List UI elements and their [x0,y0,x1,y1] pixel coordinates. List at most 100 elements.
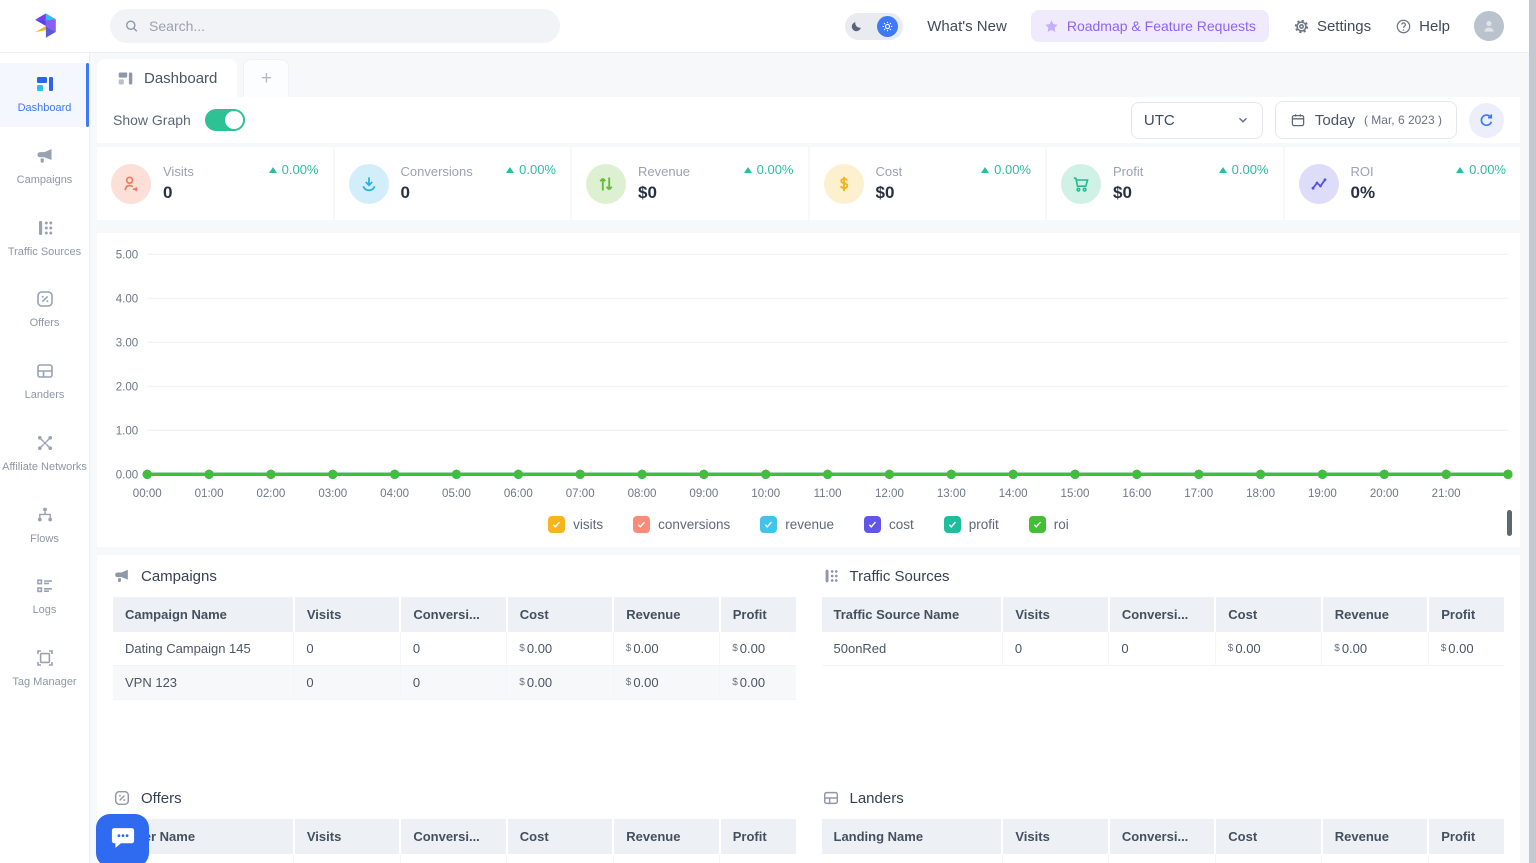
table-row[interactable]: lp100$0.00$0.00$0.00 [822,854,1505,863]
date-range-button[interactable]: Today ( Mar, 6 2023 ) [1275,101,1457,139]
column-header-revenue[interactable]: Revenue [1322,597,1428,632]
row-name-cell[interactable]: 50onRed [822,632,1003,666]
whats-new-button[interactable]: What's New [927,18,1007,35]
sidebar-item-dashboard[interactable]: Dashboard [0,63,89,127]
sidebar-item-campaigns[interactable]: Campaigns [0,135,89,199]
table-row[interactable]: VPN 12300$0.00$0.00$0.00 [113,666,796,700]
moon-icon[interactable] [850,19,864,33]
sidebar-item-landers[interactable]: Landers [0,350,89,414]
value-cell: $0.00 [613,632,719,666]
column-header-traffic-source-name[interactable]: Traffic Source Name [822,597,1003,632]
tag-manager-icon [35,648,55,668]
sidebar-item-offers[interactable]: Offers [0,278,89,342]
tab-dashboard[interactable]: Dashboard [97,59,237,97]
search-input[interactable] [149,18,546,34]
column-header-profit[interactable]: Profit [1428,597,1504,632]
column-header-landing-name[interactable]: Landing Name [822,819,1003,854]
sun-icon [881,20,894,33]
arrows-up-down-icon [586,164,626,204]
table-row[interactable]: Dating Campaign 14500$0.00$0.00$0.00 [113,632,796,666]
row-name-cell[interactable]: Dating Campaign 145 [113,632,294,666]
column-header-visits[interactable]: Visits [1002,819,1108,854]
checkbox-checked-icon[interactable] [864,516,881,533]
checkbox-checked-icon[interactable] [633,516,650,533]
add-tab-button[interactable]: + [243,59,289,97]
chat-widget-button[interactable] [96,814,149,863]
table-row[interactable]: 2300$0.00$0.00$0.00 [113,854,796,863]
sidebar-item-traffic-sources[interactable]: Traffic Sources [0,207,89,271]
dashboard-gray-icon [117,70,134,87]
column-header-campaign-name[interactable]: Campaign Name [113,597,294,632]
column-header-profit[interactable]: Profit [720,819,796,854]
table-row[interactable]: 50onRed00$0.00$0.00$0.00 [822,632,1505,666]
page-scrollbar[interactable] [1529,0,1536,863]
checkbox-checked-icon[interactable] [944,516,961,533]
show-graph-toggle[interactable] [205,109,245,131]
column-header-cost[interactable]: Cost [507,597,613,632]
checkbox-checked-icon[interactable] [548,516,565,533]
column-header-conversi[interactable]: Conversi... [1109,819,1215,854]
legend-item-visits[interactable]: visits [548,516,603,533]
roadmap-feature-requests-button[interactable]: Roadmap & Feature Requests [1031,10,1269,42]
sidebar: Dashboard Campaigns Traffic Sources Offers L… [0,53,90,863]
legend-item-revenue[interactable]: revenue [760,516,834,533]
timezone-select[interactable]: UTC [1131,102,1263,139]
legend-item-cost[interactable]: cost [864,516,914,533]
stat-label: Conversions [401,164,473,179]
column-header-conversi[interactable]: Conversi... [1109,597,1215,632]
row-name-cell[interactable]: VPN 123 [113,666,294,700]
sidebar-item-tag-manager[interactable]: Tag Manager [0,637,89,701]
column-header-cost[interactable]: Cost [1215,819,1321,854]
settings-button[interactable]: Settings [1293,18,1371,35]
svg-text:3.00: 3.00 [116,336,139,349]
sidebar-item-logs[interactable]: Logs [0,565,89,629]
data-table: Campaign NameVisitsConversi...CostRevenu… [113,597,796,700]
refresh-button[interactable] [1469,103,1504,138]
value-cell: $0.00 [1215,854,1321,863]
sidebar-item-affiliate-networks[interactable]: Affiliate Networks [0,422,89,486]
traffic-sources-icon [822,567,840,585]
column-header-visits[interactable]: Visits [294,597,400,632]
sidebar-item-flows[interactable]: Flows [0,494,89,558]
svg-text:5.00: 5.00 [116,248,139,261]
light-mode-button[interactable] [877,16,898,37]
inner-scrollbar-thumb[interactable] [1507,510,1512,536]
help-button[interactable]: Help [1395,18,1450,35]
up-triangle-icon [506,167,514,173]
column-header-visits[interactable]: Visits [1002,597,1108,632]
column-header-revenue[interactable]: Revenue [1322,819,1428,854]
checkbox-checked-icon[interactable] [760,516,777,533]
global-search[interactable] [110,9,560,43]
row-name-cell[interactable]: lp1 [822,854,1003,863]
svg-text:05:00: 05:00 [442,487,471,500]
column-header-cost[interactable]: Cost [1215,597,1321,632]
stat-value: $0 [638,183,690,203]
column-header-cost[interactable]: Cost [507,819,613,854]
value-cell: $0.00 [720,666,796,700]
column-header-revenue[interactable]: Revenue [613,597,719,632]
column-header-revenue[interactable]: Revenue [613,819,719,854]
column-header-conversi[interactable]: Conversi... [400,597,506,632]
stat-delta: 0.00% [269,162,319,177]
checkbox-checked-icon[interactable] [1029,516,1046,533]
column-header-conversi[interactable]: Conversi... [400,819,506,854]
legend-item-conversions[interactable]: conversions [633,516,730,533]
svg-text:09:00: 09:00 [689,487,718,500]
stat-delta: 0.00% [1219,162,1269,177]
theme-toggle[interactable] [845,13,903,40]
chart-legend: visits conversions revenue cost profit roi [103,503,1514,545]
landers-section: Landers Landing NameVisitsConversi...Cos… [822,789,1505,863]
logo-icon [27,8,63,44]
chat-icon [109,824,137,852]
data-table: Traffic Source NameVisitsConversi...Cost… [822,597,1505,666]
percent-icon [113,789,131,807]
legend-item-roi[interactable]: roi [1029,516,1069,533]
value-cell: $0.00 [1428,632,1504,666]
column-header-profit[interactable]: Profit [720,597,796,632]
stat-value: $0 [1113,183,1143,203]
app-logo[interactable] [0,8,90,44]
avatar[interactable] [1474,11,1504,41]
column-header-profit[interactable]: Profit [1428,819,1504,854]
column-header-visits[interactable]: Visits [294,819,400,854]
legend-item-profit[interactable]: profit [944,516,999,533]
